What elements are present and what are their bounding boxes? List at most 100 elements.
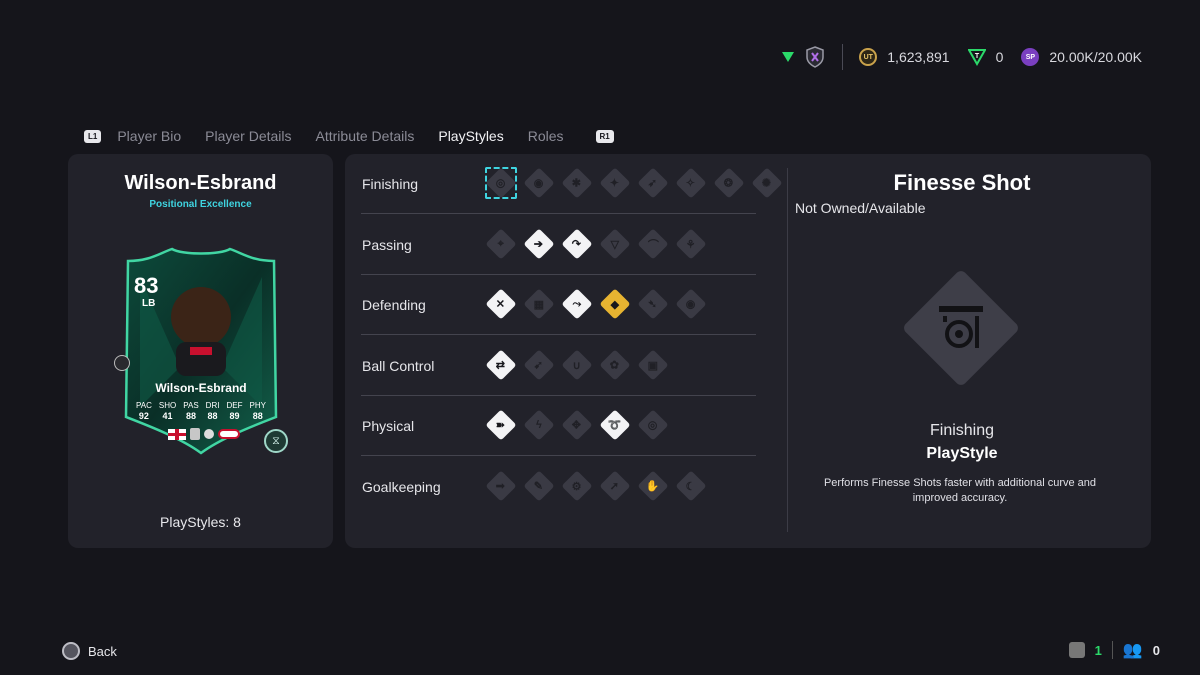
panel-divider [787,168,788,532]
anticipate-icon[interactable]: ◆ [599,288,631,320]
points-value: 0 [995,49,1004,65]
stat-def: DEF 89 [226,401,243,421]
quick-step-icon[interactable]: ➽ [485,409,517,441]
rival-shield-icon [804,46,826,68]
footer-separator [1111,641,1113,659]
stat-pac: PAC 92 [136,401,152,421]
power-header-icon[interactable]: ➶ [637,167,669,199]
slide-tackle-icon[interactable]: ➴ [637,288,669,320]
intercept-icon[interactable]: ⤳ [561,288,593,320]
tab-bar: L1 Player Bio Player Details Attribute D… [84,128,614,144]
far-throw-icon[interactable]: ➟ [485,469,517,502]
playstyle-icons: ◎ ◉ ✱ ✦ ➶ ✧ ❂ ✺ [485,167,783,199]
pinged-pass-icon[interactable]: ➔ [523,227,555,260]
back-label: Back [88,643,117,659]
r1-button-hint[interactable]: R1 [595,129,614,143]
l1-button-hint[interactable]: L1 [84,129,102,143]
speaker-icon [1068,642,1085,658]
topbar-separator [842,44,844,70]
category-label: Finishing [362,176,419,192]
finesse-shot-icon[interactable]: ◎ [485,167,517,199]
cross-claimer-icon[interactable]: ⚙ [561,469,593,502]
dead-ball-icon[interactable]: ✦ [599,167,631,199]
sp-value: 20.00K/20.00K [1049,49,1142,65]
whipped-pass-icon[interactable]: ⌒ [637,227,669,260]
detail-type: PlayStyle [926,445,998,462]
dna-icon: ⧖ [264,429,288,453]
press-proven-icon[interactable]: ▣ [637,348,669,381]
playstyles-count: PlayStyles: 8 [160,514,241,530]
stat-dri: DRI 88 [205,401,220,421]
category-row-goalkeeping: Goalkeeping ➟ ✎ ⚙ ➚ ✋ ☾ [361,457,756,517]
inventive-icon[interactable]: ⚘ [675,227,707,260]
detail-title: Finesse Shot [893,170,1031,195]
relentless-icon[interactable]: ϟ [523,409,555,441]
tab-player-bio[interactable]: Player Bio [117,128,181,144]
low-driven-shot-icon[interactable]: ✧ [675,167,707,199]
category-row-ball-control: Ball Control ⇄ ➹ ∪ ✿ ▣ [361,336,756,396]
england-flag-icon [168,428,186,440]
flair-icon[interactable]: ✿ [599,348,631,381]
club-crest-icon [114,355,130,371]
player-panel: Wilson-Esbrand Positional Excellence 83 … [68,154,333,548]
coins-value: 1,623,891 [887,49,950,65]
card-stats: PAC 92 SHO 41 PAS 88 DRI 88 DEF 89 PHY 88 [136,401,266,421]
chip-shot-icon[interactable]: ◉ [523,167,555,199]
sp-icon: SP [1021,48,1040,66]
long-ball-pass-icon[interactable]: ↷ [561,227,593,260]
deflector-icon[interactable]: ☾ [675,469,707,502]
category-row-physical: Physical ➽ ϟ ✥ ➰ ◎ [361,396,756,456]
incisive-pass-icon[interactable]: ⌖ [485,227,517,260]
jockey-icon[interactable]: ✕ [485,288,517,320]
category-label: Ball Control [362,357,435,374]
rapid-icon[interactable]: ➹ [523,348,555,381]
card-rating: 83 [134,273,159,298]
currency-bar: UT 1,623,891 T 0 SP 20.00K/20.00K [782,44,1142,70]
player-card[interactable]: 83 LB Wilson-Esbrand PAC 92 SHO 41 PAS 88 D… [114,247,288,455]
category-row-defending: Defending ✕ ▦ ⤳ ◆ ➴ ◉ [361,275,756,335]
power-shot-icon[interactable]: ✱ [561,167,593,199]
detail-description: Performs Finesse Shots faster with addit… [823,477,1097,504]
category-label: Passing [362,236,412,253]
stat-phy: PHY 88 [249,401,266,421]
acrobatic-icon[interactable]: ❂ [713,167,745,199]
trickster-icon[interactable]: ✥ [561,409,593,441]
category-row-finishing: Finishing ◎ ◉ ✱ ✦ ➶ ✧ ❂ ✺ [361,154,783,214]
playstyle-icons: ⇄ ➹ ∪ ✿ ▣ [485,348,669,381]
category-label: Physical [362,418,415,434]
detail-category: Finishing [929,422,995,439]
far-reach-icon[interactable]: ✋ [637,469,669,502]
category-label: Goalkeeping [362,478,441,495]
rush-out-icon[interactable]: ➚ [599,469,631,502]
detail-status: Not Owned/Available [795,200,926,216]
tab-roles[interactable]: Roles [528,128,564,144]
playstyle-icons: ⌖ ➔ ↷ ▽ ⌒ ⚘ [485,227,707,260]
friends-icon: 👥 [1122,642,1143,659]
finesse-shot-large-icon [901,268,1021,388]
block-icon[interactable]: ▦ [523,288,555,320]
player-name: Wilson-Esbrand [124,172,277,194]
tab-attribute-details[interactable]: Attribute Details [316,128,415,144]
playstyles-panel: Finishing ◎ ◉ ✱ ✦ ➶ ✧ ❂ ✺ Passing ⌖ ➔ ↷ ▽ ⌒ ⚘ Defending ✕… [345,154,1151,548]
points-icon: T [967,48,986,66]
club-badge-icon [190,428,200,440]
footwork-icon[interactable]: ✎ [523,469,555,502]
card-position: LB [142,298,156,309]
aerial-icon[interactable]: ◎ [637,409,669,441]
tab-playstyles[interactable]: PlayStyles [438,128,503,144]
tab-player-details[interactable]: Player Details [205,128,291,144]
playstyle-icons: ➟ ✎ ⚙ ➚ ✋ ☾ [485,469,707,502]
back-button[interactable]: Back [62,642,117,660]
bruiser-icon[interactable]: ◉ [675,288,707,320]
tiki-taka-icon[interactable]: ▽ [599,227,631,260]
card-badges [168,428,240,440]
category-row-passing: Passing ⌖ ➔ ↷ ▽ ⌒ ⚘ [361,215,756,275]
gamechanger-icon[interactable]: ✺ [751,167,783,199]
first-touch-icon[interactable]: ∪ [561,348,593,381]
long-throw-icon[interactable]: ➰ [599,409,631,441]
technical-icon[interactable]: ⇄ [485,348,517,381]
svg-text:T: T [974,53,979,60]
evolution-badge-icon [218,429,240,439]
circle-button-icon [62,642,80,660]
card-player-name: Wilson-Esbrand [155,381,247,395]
